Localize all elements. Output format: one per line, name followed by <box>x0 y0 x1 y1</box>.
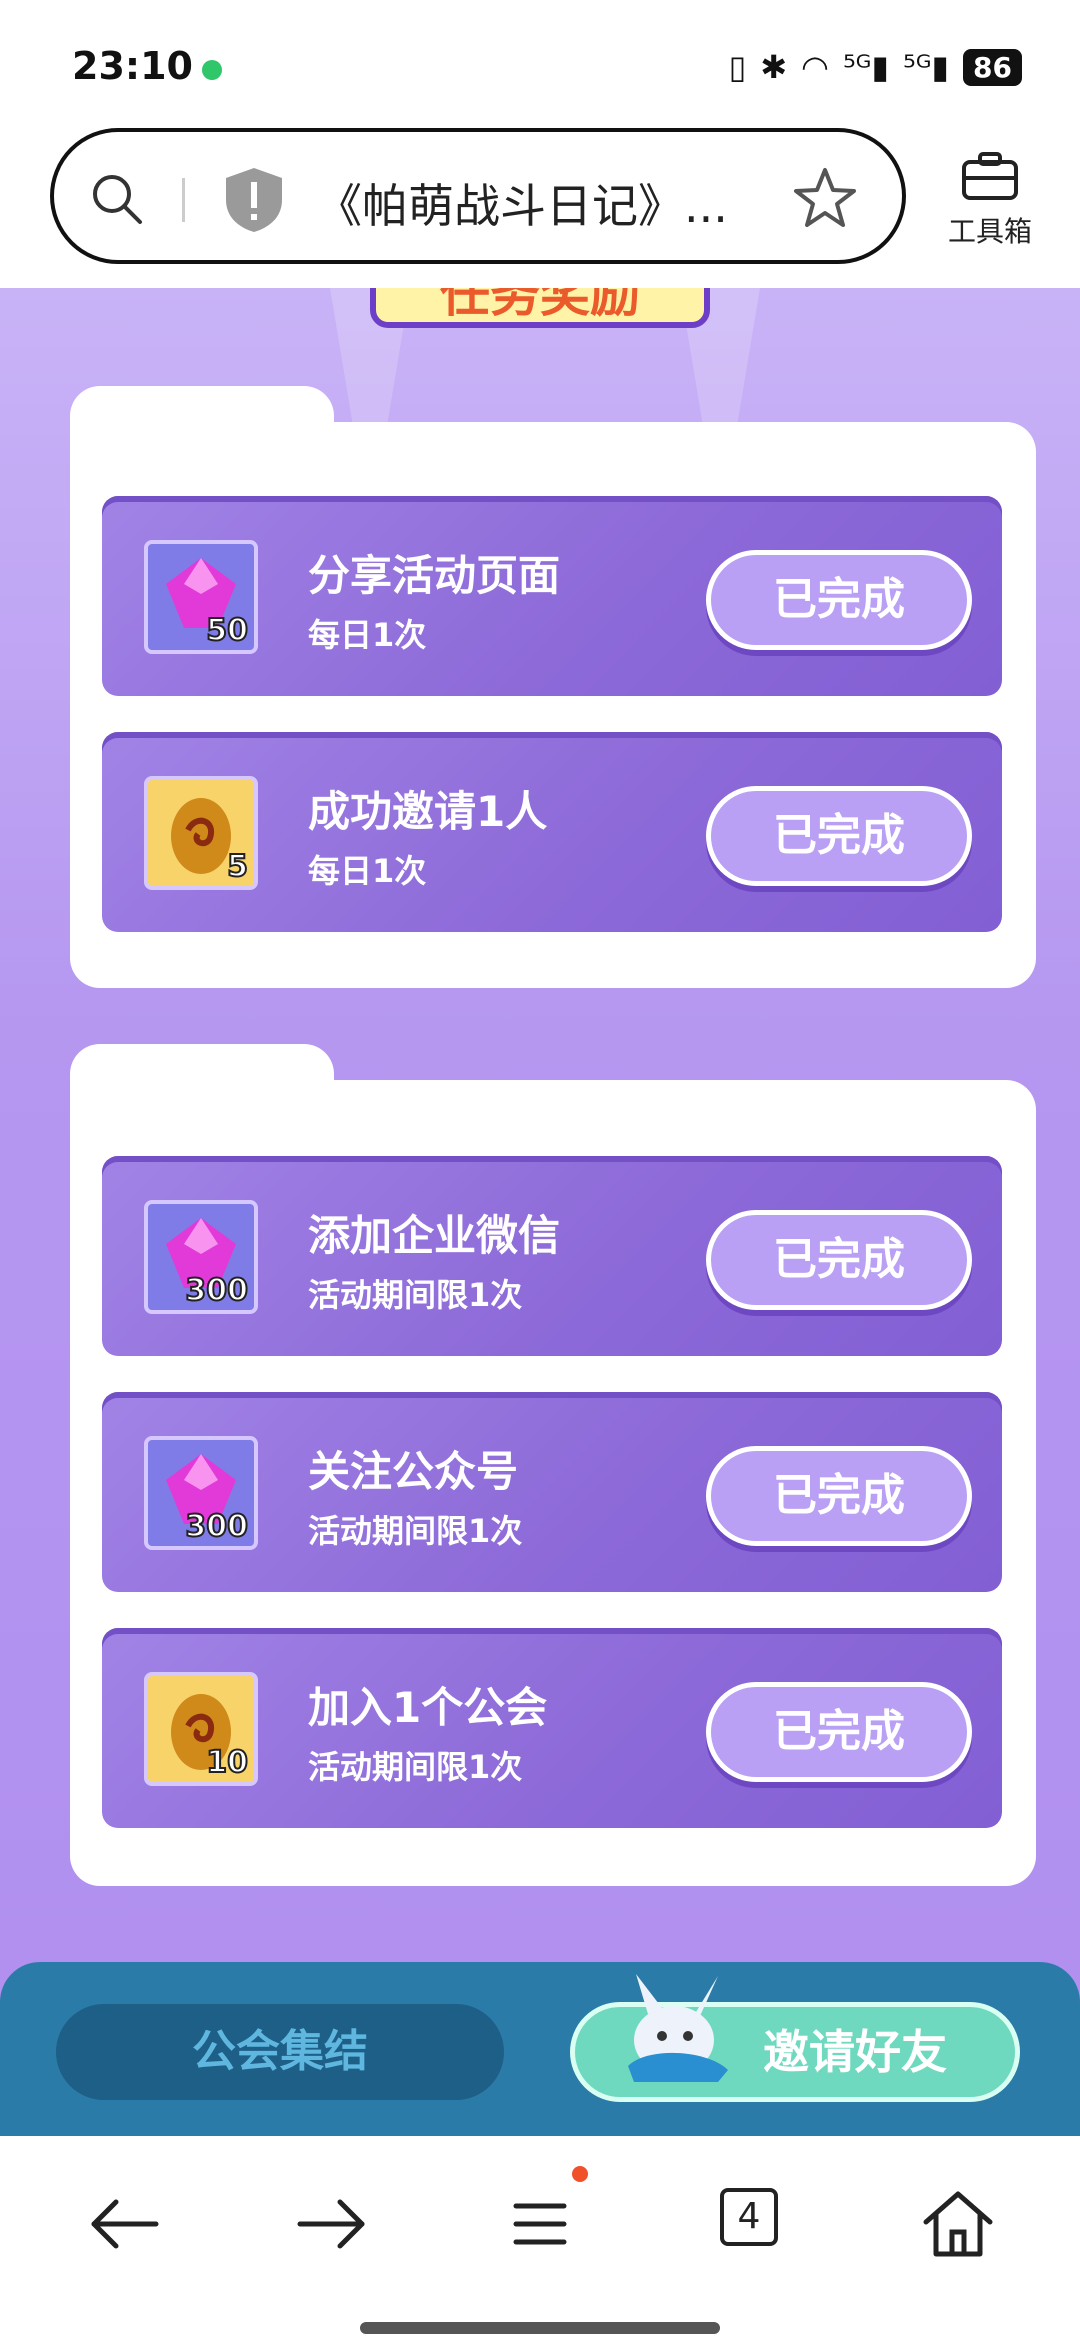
status-bar: 23:10 ▯ ✱ ◠ ⁵ᴳ▮ ⁵ᴳ▮ 86 <box>0 0 1080 128</box>
back-arrow-icon[interactable] <box>82 2182 166 2266</box>
gem-reward-icon: 300 <box>144 1436 258 1550</box>
toolbox-icon <box>962 152 1018 200</box>
vibrate-icon: ▯ <box>728 48 747 86</box>
battery-indicator: 86 <box>963 48 1022 86</box>
notification-dot-icon <box>202 60 222 80</box>
forward-arrow-icon[interactable] <box>290 2182 374 2266</box>
toolbox-label: 工具箱 <box>947 215 1032 248</box>
bluetooth-icon: ✱ <box>760 48 788 86</box>
mascot-icon <box>628 1974 728 2082</box>
gem-reward-icon: 300 <box>144 1200 258 1314</box>
search-icon[interactable] <box>88 170 144 226</box>
reward-quantity: 300 <box>184 1272 249 1309</box>
task-title: 关注公众号 <box>308 1447 519 1496</box>
banner-title: 任务奖励 <box>370 288 710 328</box>
menu-notification-dot <box>572 2166 588 2182</box>
egg-reward-icon: 5 <box>144 776 258 890</box>
reward-quantity: 5 <box>226 848 249 885</box>
completed-button[interactable]: 已完成 <box>706 1682 972 1782</box>
gem-reward-icon: 50 <box>144 540 258 654</box>
task-title: 分享活动页面 <box>308 551 561 600</box>
egg-reward-icon: 10 <box>144 1672 258 1786</box>
shield-icon[interactable] <box>222 166 286 234</box>
browser-toolbar: 《帕萌战斗日记》... 工具箱 <box>0 128 1080 288</box>
task-item: 10 加入1个公会 活动期间限1次 已完成 <box>102 1628 1002 1828</box>
browser-nav-bar: 4 <box>0 2136 1080 2352</box>
reward-quantity: 10 <box>205 1744 249 1781</box>
completed-button[interactable]: 已完成 <box>706 786 972 886</box>
reward-quantity: 300 <box>184 1508 249 1545</box>
task-item: 300 关注公众号 活动期间限1次 已完成 <box>102 1392 1002 1592</box>
url-divider <box>182 178 185 222</box>
address-bar[interactable]: 《帕萌战斗日记》... <box>50 128 906 264</box>
task-item: 5 成功邀请1人 每日1次 已完成 <box>102 732 1002 932</box>
task-subtitle: 活动期间限1次 <box>308 1512 523 1550</box>
permanent-tasks-card: 300 添加企业微信 活动期间限1次 已完成 300 关注公众号 活动期间限1次… <box>70 1080 1036 1886</box>
task-title: 成功邀请1人 <box>308 787 548 836</box>
completed-button[interactable]: 已完成 <box>706 550 972 650</box>
toolbox-button[interactable]: 工具箱 <box>930 150 1050 250</box>
tabs-button[interactable]: 4 <box>720 2188 778 2246</box>
task-subtitle: 每日1次 <box>308 616 427 654</box>
star-icon[interactable] <box>792 166 858 232</box>
guild-rally-button[interactable]: 公会集结 <box>56 2004 504 2100</box>
completed-button[interactable]: 已完成 <box>706 1210 972 1310</box>
wifi-icon: ◠ <box>801 48 829 86</box>
task-subtitle: 活动期间限1次 <box>308 1748 523 1786</box>
daily-tasks-card: 50 分享活动页面 每日1次 已完成 5 成功邀请1人 每日1次 已完成 <box>70 422 1036 988</box>
task-item: 50 分享活动页面 每日1次 已完成 <box>102 496 1002 696</box>
task-subtitle: 活动期间限1次 <box>308 1276 523 1314</box>
reward-quantity: 50 <box>205 612 249 649</box>
task-page: 任务奖励 每日任务 50 分享活动页面 每日1次 已完成 5 <box>0 288 1080 2136</box>
task-title: 添加企业微信 <box>308 1211 561 1260</box>
task-item: 300 添加企业微信 活动期间限1次 已完成 <box>102 1156 1002 1356</box>
signal-5g-icon: ⁵ᴳ▮ <box>902 48 950 86</box>
url-title[interactable]: 《帕萌战斗日记》... <box>316 170 728 236</box>
signal-5g-icon: ⁵ᴳ▮ <box>842 48 889 86</box>
bottom-action-bar: 公会集结 邀请好友 <box>0 1962 1080 2136</box>
status-time: 23:10 <box>72 44 193 88</box>
status-icons: ▯ ✱ ◠ ⁵ᴳ▮ ⁵ᴳ▮ 86 <box>729 48 1022 86</box>
task-title: 加入1个公会 <box>308 1683 548 1732</box>
task-subtitle: 每日1次 <box>308 852 427 890</box>
completed-button[interactable]: 已完成 <box>706 1446 972 1546</box>
home-indicator <box>360 2322 720 2334</box>
menu-icon[interactable] <box>498 2182 582 2266</box>
home-icon[interactable] <box>916 2182 1000 2266</box>
